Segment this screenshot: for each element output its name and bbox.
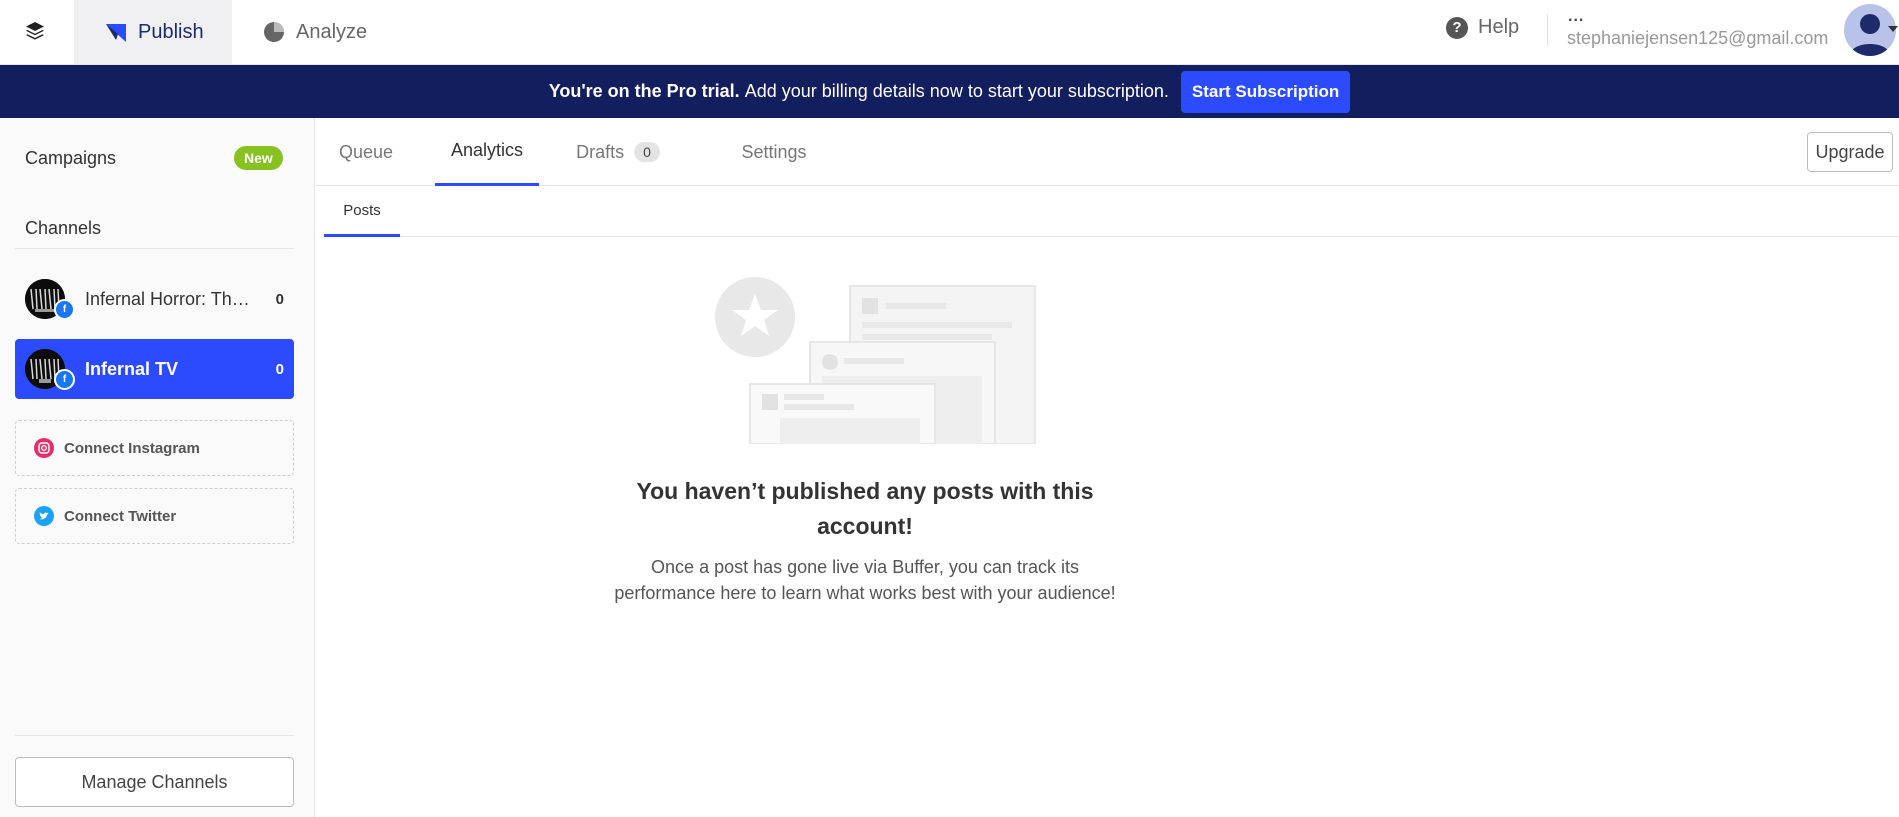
upgrade-button[interactable]: Upgrade [1807, 132, 1893, 172]
tab-settings-label: Settings [741, 141, 807, 162]
empty-state-title: You haven’t published any posts with thi… [636, 478, 1094, 539]
twitter-icon [34, 506, 54, 526]
sub-tabs: Posts [324, 186, 1899, 237]
user-email[interactable]: stephaniejensen125@gmail.com [1567, 28, 1828, 49]
trial-banner: You're on the Pro trial. Add your billin… [0, 65, 1899, 118]
chevron-down-icon[interactable] [1888, 26, 1898, 32]
facebook-icon: f [54, 299, 75, 320]
new-badge: New [234, 146, 283, 170]
banner-text: Add your billing details now to start yo… [744, 81, 1169, 101]
manage-channels-button[interactable]: Manage Channels [15, 757, 294, 807]
nav-publish-label: Publish [138, 20, 204, 43]
tab-drafts[interactable]: Drafts 0 [558, 118, 678, 186]
start-subscription-button[interactable]: Start Subscription [1180, 70, 1351, 113]
tab-analytics-label: Analytics [450, 140, 524, 160]
help-button[interactable]: ? Help [1446, 16, 1519, 39]
channels-heading: Channels [25, 218, 102, 238]
question-icon: ? [1446, 16, 1468, 39]
nav-analyze-label: Analyze [296, 20, 368, 43]
empty-state-description: Once a post has gone live via Buffer, yo… [614, 557, 1116, 603]
help-label: Help [1478, 16, 1520, 38]
divider [1547, 14, 1548, 46]
tab-queue[interactable]: Queue [316, 118, 416, 186]
divider [15, 735, 294, 736]
connect-twitter-label: Connect Twitter [64, 507, 177, 525]
connect-twitter-button[interactable]: Connect Twitter [15, 488, 294, 544]
channel-name: Infernal TV [85, 358, 179, 379]
instagram-icon [34, 438, 54, 458]
nav-analyze-tab[interactable]: Analyze [232, 0, 372, 64]
tab-analytics[interactable]: Analytics [435, 118, 539, 186]
facebook-icon: f [54, 369, 75, 390]
pie-chart-icon [262, 20, 286, 44]
tab-queue-label: Queue [338, 141, 394, 162]
subtab-posts[interactable]: Posts [324, 186, 400, 237]
channel-post-count: 0 [275, 360, 284, 378]
sidebar: Campaigns New Channels f Infernal Horror… [0, 118, 315, 817]
sidebar-item-campaigns[interactable]: Campaigns [25, 148, 116, 169]
top-bar: Publish Analyze ? Help ... stephaniejens… [0, 0, 1899, 65]
user-name-truncated: ... [1568, 8, 1585, 25]
main-tabs: Queue Analytics Drafts 0 Settings [316, 118, 1899, 186]
banner-bold-text: You're on the Pro trial. [548, 81, 740, 101]
drafts-count-badge: 0 [634, 142, 660, 162]
connect-instagram-label: Connect Instagram [64, 439, 200, 457]
publish-icon [104, 20, 128, 44]
channel-item-infernal-tv[interactable]: f Infernal TV 0 [15, 339, 294, 399]
empty-state-illustration [710, 272, 1040, 445]
channel-post-count: 0 [275, 290, 284, 308]
buffer-logo-icon[interactable] [20, 16, 50, 46]
tab-drafts-label: Drafts [576, 141, 625, 162]
divider [15, 248, 294, 249]
tab-settings[interactable]: Settings [709, 118, 839, 186]
connect-instagram-button[interactable]: Connect Instagram [15, 420, 294, 476]
channel-name: Infernal Horror: The ... [85, 288, 255, 309]
channel-item-infernal-horror[interactable]: f Infernal Horror: The ... 0 [15, 269, 294, 329]
nav-publish-tab[interactable]: Publish [74, 0, 232, 64]
